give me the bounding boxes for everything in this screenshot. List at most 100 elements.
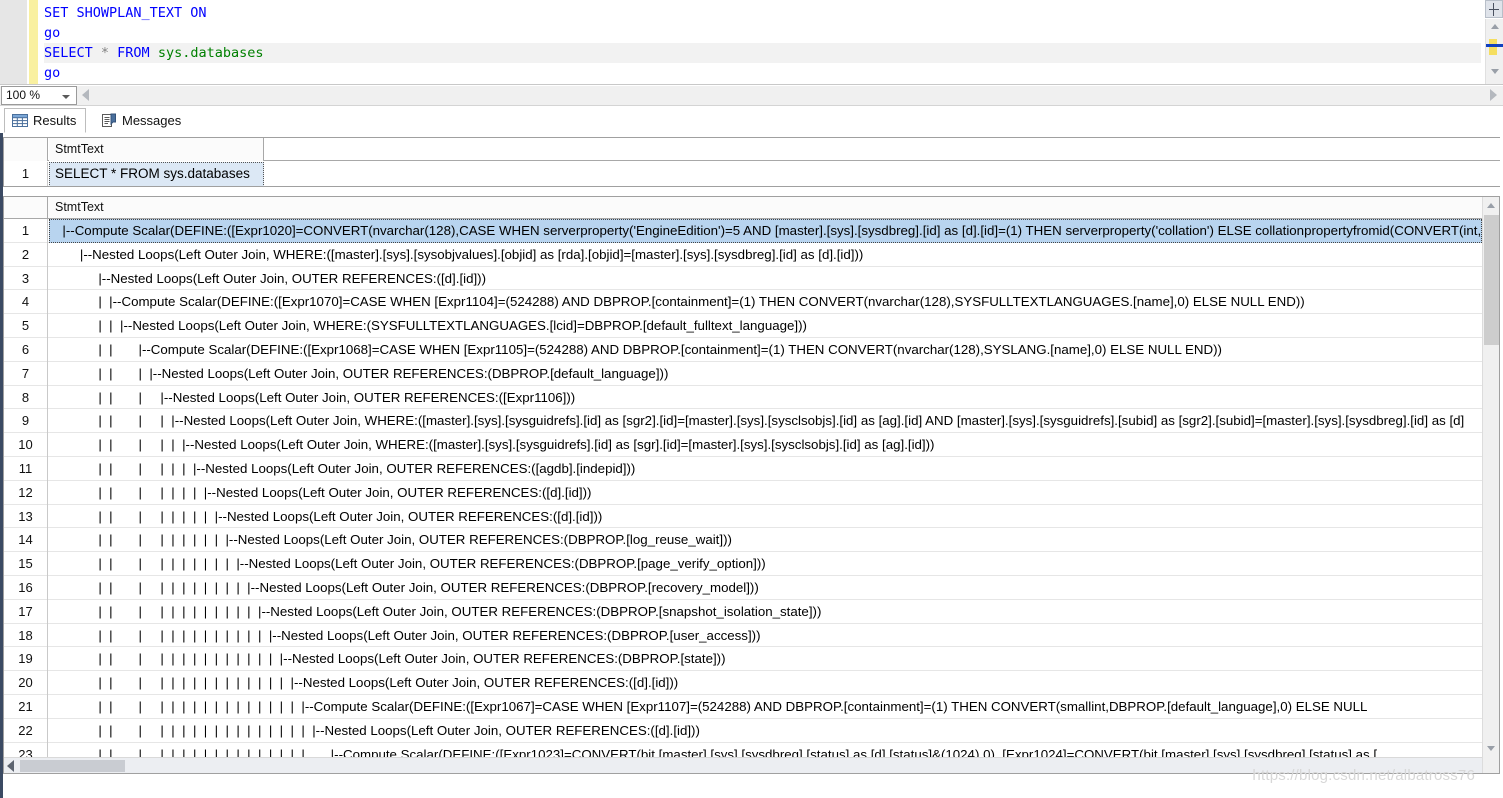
table-row[interactable]: 3 |--Nested Loops(Left Outer Join, OUTER… [4,267,1482,291]
grid2-row-number[interactable]: 7 [4,362,48,386]
grid2-cell-stmttext[interactable]: | | |--Nested Loops(Left Outer Join, WHE… [49,314,1482,338]
grid2-cell-stmttext[interactable]: |--Nested Loops(Left Outer Join, WHERE:(… [49,243,1482,267]
grid2-row-number[interactable]: 6 [4,338,48,362]
table-row[interactable]: 8 | | | |--Nested Loops(Left Outer Join,… [4,386,1482,410]
table-row[interactable]: 14 | | | | | | | | | |--Nested Loops(Lef… [4,528,1482,552]
grid2-cell-stmttext[interactable]: | | | | | | | | |--Nested Loops(Left Out… [49,505,1482,529]
editor-vertical-scrollbar[interactable] [1485,19,1503,85]
editor-scroll-down-icon[interactable] [1486,64,1503,80]
grid2-cell-stmttext[interactable]: | | | | | | | | | | |--Nested Loops(Left… [49,552,1482,576]
grid2-cell-stmttext[interactable]: | | | | | | | | | | | | |--Nested Loops(… [49,600,1482,624]
grid2-cell-stmttext[interactable]: | | | |--Nested Loops(Left Outer Join, O… [49,386,1482,410]
table-row[interactable]: 12 | | | | | | | |--Nested Loops(Left Ou… [4,481,1482,505]
table-row[interactable]: 10 | | | | | |--Nested Loops(Left Outer … [4,433,1482,457]
grid2-cell-stmttext[interactable]: | | | | | | | |--Nested Loops(Left Outer… [49,481,1482,505]
grid2-cell-stmttext[interactable]: | | | | | | | | | | | | | | | |--Nested … [49,671,1482,695]
grid2-cell-stmttext[interactable]: | |--Compute Scalar(DEFINE:([Expr1070]=C… [49,290,1482,314]
grid2-scroll-down-icon[interactable] [1483,740,1500,757]
zoom-level-combobox[interactable]: 100 % [1,86,77,105]
grid1-select-all-corner[interactable] [4,138,48,161]
grid2-hscroll-thumb[interactable] [20,760,125,772]
grid2-column-header-stmttext[interactable]: StmtText [49,197,1482,219]
table-row[interactable]: 18 | | | | | | | | | | | | | |--Nested L… [4,624,1482,648]
grid2-row-number[interactable]: 9 [4,409,48,433]
grid2-cell-stmttext[interactable]: | | | | | | | | | | | | | | | | | |--Com… [49,743,1482,757]
sql-editor-text[interactable]: SET SHOWPLAN_TEXT ONgoSELECT * FROM sys.… [44,3,1481,83]
grid2-row-number[interactable]: 15 [4,552,48,576]
grid2-row-number[interactable]: 5 [4,314,48,338]
grid2-select-all-corner[interactable] [4,197,48,219]
grid2-cell-stmttext[interactable]: | | | | |--Nested Loops(Left Outer Join,… [49,409,1482,433]
grid2-row-number[interactable]: 17 [4,600,48,624]
editor-line-4[interactable]: go [44,63,1481,83]
grid2-row-number[interactable]: 14 [4,528,48,552]
table-row[interactable]: 9 | | | | |--Nested Loops(Left Outer Joi… [4,409,1482,433]
table-row[interactable]: 17 | | | | | | | | | | | | |--Nested Loo… [4,600,1482,624]
grid2-row-number[interactable]: 16 [4,576,48,600]
editor-line-1[interactable]: SET SHOWPLAN_TEXT ON [44,3,1481,23]
table-row[interactable]: 23 | | | | | | | | | | | | | | | | | |--… [4,743,1482,757]
grid2-row-number[interactable]: 1 [4,219,48,243]
table-row[interactable]: 21 | | | | | | | | | | | | | | | | |--Co… [4,695,1482,719]
grid2-cell-stmttext[interactable]: | | | |--Nested Loops(Left Outer Join, O… [49,362,1482,386]
editor-scroll-thumb[interactable] [1489,39,1497,55]
table-row[interactable]: 1 SELECT * FROM sys.databases [4,162,1500,187]
table-row[interactable]: 16 | | | | | | | | | | | |--Nested Loops… [4,576,1482,600]
grid1-cell-stmttext[interactable]: SELECT * FROM sys.databases [49,162,264,187]
results-grid-statement[interactable]: StmtText 1 SELECT * FROM sys.databases [3,137,1500,187]
grid2-row-number[interactable]: 19 [4,647,48,671]
chevron-down-icon[interactable] [62,95,70,99]
table-row[interactable]: 6 | | |--Compute Scalar(DEFINE:([Expr106… [4,338,1482,362]
table-row[interactable]: 19 | | | | | | | | | | | | | | |--Nested… [4,647,1482,671]
results-grid-showplan[interactable]: StmtText 1 |--Compute Scalar(DEFINE:([Ex… [3,196,1500,774]
grid2-row-number[interactable]: 18 [4,624,48,648]
grid2-cell-stmttext[interactable]: |--Nested Loops(Left Outer Join, OUTER R… [49,267,1482,291]
grid2-vertical-scrollbar[interactable] [1482,197,1499,773]
tab-messages[interactable]: Messages [94,108,190,133]
grid2-cell-stmttext[interactable]: | | |--Compute Scalar(DEFINE:([Expr1068]… [49,338,1482,362]
grid2-row-number[interactable]: 4 [4,290,48,314]
table-row[interactable]: 2 |--Nested Loops(Left Outer Join, WHERE… [4,243,1482,267]
grid2-scroll-thumb[interactable] [1484,215,1499,345]
grid2-row-number[interactable]: 12 [4,481,48,505]
grid2-scroll-left-icon[interactable] [7,760,14,772]
grid2-row-number[interactable]: 8 [4,386,48,410]
grid2-body[interactable]: 1 |--Compute Scalar(DEFINE:([Expr1020]=C… [4,219,1482,757]
grid1-row-number[interactable]: 1 [4,162,48,187]
table-row[interactable]: 20 | | | | | | | | | | | | | | | |--Nest… [4,671,1482,695]
editor-line-3[interactable]: SELECT * FROM sys.databases [44,43,1481,63]
table-row[interactable]: 4 | |--Compute Scalar(DEFINE:([Expr1070]… [4,290,1482,314]
table-row[interactable]: 7 | | | |--Nested Loops(Left Outer Join,… [4,362,1482,386]
scroll-left-icon[interactable] [82,89,89,101]
table-row[interactable]: 11 | | | | | | |--Nested Loops(Left Oute… [4,457,1482,481]
grid2-row-number[interactable]: 11 [4,457,48,481]
editor-line-2[interactable]: go [44,23,1481,43]
grid2-cell-stmttext[interactable]: | | | | | | | | | | | | | | |--Nested Lo… [49,647,1482,671]
tab-results[interactable]: Results [4,108,86,133]
grid2-horizontal-scrollbar[interactable] [4,757,1482,773]
table-row[interactable]: 1 |--Compute Scalar(DEFINE:([Expr1020]=C… [4,219,1482,243]
table-row[interactable]: 15 | | | | | | | | | | |--Nested Loops(L… [4,552,1482,576]
grid2-row-number[interactable]: 3 [4,267,48,291]
grid2-cell-stmttext[interactable]: | | | | | |--Nested Loops(Left Outer Joi… [49,433,1482,457]
table-row[interactable]: 5 | | |--Nested Loops(Left Outer Join, W… [4,314,1482,338]
grid2-cell-stmttext[interactable]: | | | | | | | | | | | | | | | | |--Compu… [49,695,1482,719]
grid2-cell-stmttext[interactable]: | | | | | | | | | | | |--Nested Loops(Le… [49,576,1482,600]
grid2-row-number[interactable]: 21 [4,695,48,719]
editor-split-pane-button[interactable] [1485,0,1503,18]
grid2-scroll-up-icon[interactable] [1483,197,1500,214]
grid2-row-number[interactable]: 2 [4,243,48,267]
editor-scroll-up-icon[interactable] [1486,19,1503,35]
grid2-cell-stmttext[interactable]: | | | | | | | | | | | | | |--Nested Loop… [49,624,1482,648]
grid2-row-number[interactable]: 20 [4,671,48,695]
grid2-row-number[interactable]: 22 [4,719,48,743]
grid2-cell-stmttext[interactable]: | | | | | | | | | | | | | | | | | |--Nes… [49,719,1482,743]
grid2-cell-stmttext[interactable]: | | | | | | |--Nested Loops(Left Outer J… [49,457,1482,481]
grid2-cell-stmttext[interactable]: | | | | | | | | | |--Nested Loops(Left O… [49,528,1482,552]
grid2-row-number[interactable]: 10 [4,433,48,457]
grid1-column-header-stmttext[interactable]: StmtText [49,138,264,161]
editor-horizontal-scrollbar[interactable] [80,86,1503,105]
scroll-right-icon[interactable] [1490,89,1497,101]
sql-editor-pane[interactable]: SET SHOWPLAN_TEXT ONgoSELECT * FROM sys.… [0,0,1503,85]
grid2-row-number[interactable]: 13 [4,505,48,529]
